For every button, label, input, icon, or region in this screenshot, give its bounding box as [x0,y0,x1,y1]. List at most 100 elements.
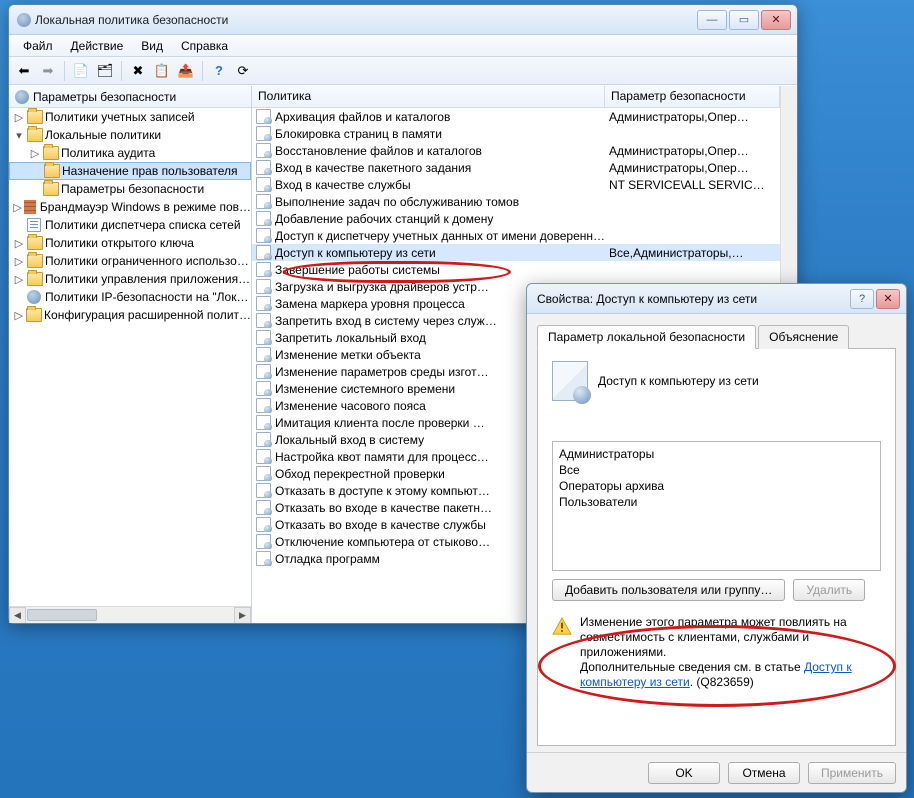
main-titlebar[interactable]: Локальная политика безопасности — ▭ ✕ [9,5,797,35]
scroll-right-icon[interactable]: ▶ [234,607,251,623]
show-tree-button[interactable]: 🗂 [94,60,116,82]
collapse-icon[interactable]: ▾ [11,129,27,142]
tree-appctrl[interactable]: ▷ Политики управления приложения… [9,270,251,288]
tree-advaudit[interactable]: ▷ Конфигурация расширенной полит… [9,306,251,324]
folder-icon [27,254,43,268]
tree-netlist[interactable]: Политики диспетчера списка сетей [9,216,251,234]
forward-button[interactable]: ➡ [37,60,59,82]
tree-label: Брандмауэр Windows в режиме пов… [40,200,251,214]
menu-action[interactable]: Действие [63,37,132,55]
policy-item-icon [256,500,271,515]
up-button[interactable]: 📄 [70,60,92,82]
user-entry[interactable]: Администраторы [559,446,874,462]
policy-row[interactable]: Доступ к компьютеру из сетиВсе,Администр… [252,244,780,261]
menu-view[interactable]: Вид [133,37,171,55]
toolbar: ⬅ ➡ 📄 🗂 ✖ 📋 📤 ? ⟳ [9,57,797,85]
minimize-button[interactable]: — [697,10,727,30]
export-button[interactable]: 📤 [175,60,197,82]
policy-row[interactable]: Добавление рабочих станций к домену [252,210,780,227]
props-titlebar[interactable]: Свойства: Доступ к компьютеру из сети ? … [527,284,906,314]
policy-name-cell: Изменение метки объекта [275,348,421,362]
apply-button[interactable]: Применить [808,762,896,784]
properties-button[interactable]: 📋 [151,60,173,82]
policy-row[interactable]: Доступ к диспетчеру учетных данных от им… [252,227,780,244]
refresh-button[interactable]: ⟳ [232,60,254,82]
firewall-icon [24,200,36,214]
col-setting[interactable]: Параметр безопасности [605,86,780,107]
expand-icon[interactable]: ▷ [11,255,27,268]
policy-name-cell: Отладка программ [275,552,380,566]
ok-button[interactable]: OK [648,762,720,784]
toolbar-separator [64,61,65,81]
col-policy[interactable]: Политика [252,86,605,107]
tree-firewall[interactable]: ▷ Брандмауэр Windows в режиме пов… [9,198,251,216]
back-button[interactable]: ⬅ [13,60,35,82]
scroll-thumb[interactable] [27,609,97,621]
policy-item-icon [256,296,271,311]
menubar: Файл Действие Вид Справка [9,35,797,57]
policy-name-cell: Обход перекрестной проверки [275,467,445,481]
tree-ipsec[interactable]: Политики IP-безопасности на "Лок… [9,288,251,306]
tree-label: Политики открытого ключа [45,236,194,250]
dialog-button-bar: OK Отмена Применить [527,752,906,792]
tree-user-rights[interactable]: Назначение прав пользователя [9,162,251,180]
policy-name-cell: Вход в качестве пакетного задания [275,161,471,175]
menu-help[interactable]: Справка [173,37,236,55]
expand-icon[interactable]: ▷ [11,201,24,214]
delete-user-button[interactable]: Удалить [793,579,865,601]
policy-icon [552,361,588,401]
tree-body[interactable]: ▷ Политики учетных записей ▾ Локальные п… [9,108,251,606]
user-entry[interactable]: Операторы архива [559,478,874,494]
policy-name-cell: Завершение работы системы [275,263,440,277]
security-icon [15,90,29,104]
menu-file[interactable]: Файл [15,37,61,55]
policy-item-icon [256,313,271,328]
folder-icon [27,272,43,286]
policy-row[interactable]: Вход в качестве пакетного заданияАдминис… [252,159,780,176]
expand-icon[interactable]: ▷ [11,237,27,250]
maximize-button[interactable]: ▭ [729,10,759,30]
delete-button[interactable]: ✖ [127,60,149,82]
users-listbox[interactable]: АдминистраторыВсеОператоры архиваПользов… [552,441,881,571]
policy-row[interactable]: Вход в качестве службыNT SERVICE\ALL SER… [252,176,780,193]
tree-local[interactable]: ▾ Локальные политики [9,126,251,144]
warn-line2a: Дополнительные сведения см. в статье [580,660,804,674]
policy-row[interactable]: Архивация файлов и каталоговАдминистрато… [252,108,780,125]
policy-name-cell: Отказать в доступе к этому компьют… [275,484,490,498]
tab-explain[interactable]: Объяснение [758,325,849,349]
policy-name: Доступ к компьютеру из сети [598,374,759,388]
expand-icon[interactable]: ▷ [11,111,27,124]
expand-icon[interactable]: ▷ [27,147,43,160]
user-entry[interactable]: Все [559,462,874,478]
expand-icon[interactable]: ▷ [11,273,27,286]
policy-name-cell: Запретить вход в систему через служ… [275,314,497,328]
policy-row[interactable]: Восстановление файлов и каталоговАдминис… [252,142,780,159]
app-icon [17,13,31,27]
close-button[interactable]: ✕ [761,10,791,30]
policy-row[interactable]: Блокировка страниц в памяти [252,125,780,142]
add-user-button[interactable]: Добавить пользователя или группу… [552,579,785,601]
policy-item-icon [256,245,271,260]
policy-value-cell: NT SERVICE\ALL SERVIC… [605,178,780,192]
cancel-button[interactable]: Отмена [728,762,800,784]
tree-secopts[interactable]: Параметры безопасности [9,180,251,198]
tree-label: Политики управления приложения… [45,272,250,286]
props-help-button[interactable]: ? [850,289,874,309]
tab-local-setting[interactable]: Параметр локальной безопасности [537,325,756,349]
policy-row[interactable]: Завершение работы системы [252,261,780,278]
expand-icon[interactable]: ▷ [11,309,26,322]
tree-label: Локальные политики [45,128,161,142]
policy-item-icon [256,364,271,379]
policy-row[interactable]: Выполнение задач по обслуживанию томов [252,193,780,210]
ipsec-icon [27,290,41,304]
tree-audit[interactable]: ▷ Политика аудита [9,144,251,162]
policy-item-icon [256,347,271,362]
user-entry[interactable]: Пользователи [559,494,874,510]
tree-accounts[interactable]: ▷ Политики учетных записей [9,108,251,126]
tree-pubkey[interactable]: ▷ Политики открытого ключа [9,234,251,252]
scroll-left-icon[interactable]: ◀ [9,607,26,623]
tree-h-scrollbar[interactable]: ◀ ▶ [9,606,251,623]
props-close-button[interactable]: ✕ [876,289,900,309]
help-button[interactable]: ? [208,60,230,82]
tree-restrict[interactable]: ▷ Политики ограниченного использо… [9,252,251,270]
